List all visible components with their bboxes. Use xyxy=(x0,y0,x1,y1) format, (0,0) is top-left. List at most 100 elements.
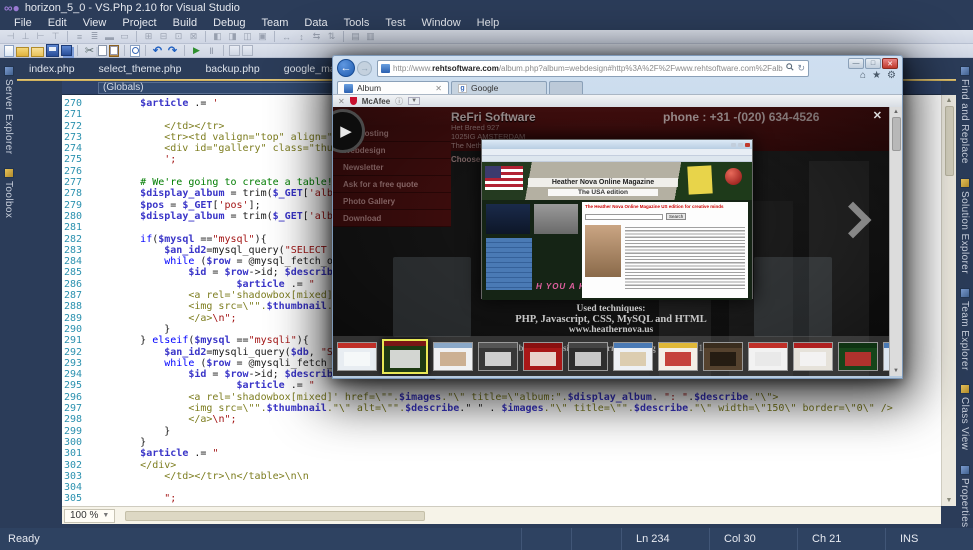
dock-tab-solution-explorer[interactable]: Solution Explorer xyxy=(956,178,973,274)
scrollbar-thumb[interactable] xyxy=(945,106,954,176)
close-tab-icon[interactable]: ✕ xyxy=(435,84,442,93)
settings-gear-icon[interactable]: ⚙ xyxy=(887,70,896,81)
zoom-control[interactable]: 100 % ▼ xyxy=(64,509,115,523)
toolbar-icon[interactable]: ↔ xyxy=(280,31,293,43)
back-button[interactable]: ← xyxy=(337,59,355,77)
favorites-star-icon[interactable]: ★ xyxy=(872,70,881,81)
dock-tab-toolbox[interactable]: Toolbox xyxy=(0,168,17,218)
cut-icon[interactable] xyxy=(83,44,96,57)
address-bar[interactable]: http://www.rehtsoftware.com/album.php?al… xyxy=(377,60,809,77)
toolbar-icon[interactable]: ▬ xyxy=(103,31,116,43)
menu-tools[interactable]: Tools xyxy=(336,17,378,29)
menu-help[interactable]: Help xyxy=(469,17,508,29)
chevron-down-icon[interactable]: ▼ xyxy=(408,97,420,105)
menu-debug[interactable]: Debug xyxy=(205,17,253,29)
fo-icon[interactable] xyxy=(31,47,44,57)
m1-icon[interactable] xyxy=(229,45,240,56)
editor-vertical-scrollbar[interactable]: ▲ ▼ xyxy=(941,95,956,506)
toolbar-icon[interactable]: ▭ xyxy=(118,31,131,43)
toolbar-icon[interactable]: ↕ xyxy=(295,31,308,43)
dock-tab-server-explorer[interactable]: Server Explorer xyxy=(0,66,17,154)
toolbar-icon[interactable]: ⊡ xyxy=(172,31,185,43)
dock-tab-find-and-replace[interactable]: Find and Replace xyxy=(956,66,973,164)
lightbox-close-icon[interactable]: ✕ xyxy=(873,109,882,122)
dock-tab-class-view[interactable]: Class View xyxy=(956,384,973,450)
new-tab-button[interactable] xyxy=(549,81,583,94)
toolbar-icon[interactable]: ▣ xyxy=(256,31,269,43)
toolbar-icon[interactable]: ◫ xyxy=(241,31,254,43)
red-icon[interactable] xyxy=(166,44,179,57)
und-icon[interactable] xyxy=(151,44,164,57)
scrollbar-thumb[interactable] xyxy=(892,117,901,151)
ie-browser-window[interactable]: ← → http://www.rehtsoftware.com/album.ph… xyxy=(332,55,903,379)
filmstrip-thumbnail-8[interactable] xyxy=(658,342,698,371)
search-icon[interactable] xyxy=(786,63,794,73)
toolbar-icon[interactable]: ⊠ xyxy=(187,31,200,43)
toolbar-icon[interactable]: ⊟ xyxy=(157,31,170,43)
filmstrip-thumbnail-5[interactable] xyxy=(523,342,563,371)
toolbar-icon[interactable]: ⇅ xyxy=(325,31,338,43)
menu-view[interactable]: View xyxy=(75,17,115,29)
toolbar-icon[interactable]: ◧ xyxy=(211,31,224,43)
scroll-up-icon[interactable]: ▲ xyxy=(946,95,953,106)
filmstrip-thumbnail-1[interactable] xyxy=(337,342,377,371)
op-icon[interactable] xyxy=(16,47,29,57)
menu-team[interactable]: Team xyxy=(254,17,297,29)
menu-test[interactable]: Test xyxy=(377,17,413,29)
toolbar-icon[interactable]: ⊥ xyxy=(19,31,32,43)
toolbar-icon[interactable]: ⊢ xyxy=(34,31,47,43)
scope-dropdown[interactable]: (Globals) ▼ xyxy=(98,82,348,94)
close-button[interactable]: ✕ xyxy=(882,58,898,69)
fnd-icon[interactable] xyxy=(130,45,140,57)
brk-icon[interactable] xyxy=(205,44,218,57)
lightbox-image[interactable]: Heather Nova Online Magazine The USA edi… xyxy=(481,139,753,299)
filmstrip-thumbnail-11[interactable] xyxy=(793,342,833,371)
toolbar-icon[interactable]: ◨ xyxy=(226,31,239,43)
toolbar-icon[interactable]: ≡ xyxy=(73,31,86,43)
menu-project[interactable]: Project xyxy=(114,17,164,29)
horizontal-scrollbar[interactable] xyxy=(125,511,425,521)
tab-google[interactable]: g Google xyxy=(451,81,547,94)
dock-tab-properties[interactable]: Properties xyxy=(956,465,973,528)
sa-icon[interactable] xyxy=(61,45,72,56)
play-icon[interactable] xyxy=(190,44,203,57)
home-icon[interactable]: ⌂ xyxy=(860,70,866,81)
menu-window[interactable]: Window xyxy=(414,17,469,29)
filmstrip-thumbnail-6[interactable] xyxy=(568,342,608,371)
doc-tab-backup-php[interactable]: backup.php xyxy=(193,59,271,79)
doc-tab-index-php[interactable]: index.php xyxy=(17,59,87,79)
dock-tab-team-explorer[interactable]: Team Explorer xyxy=(956,288,973,371)
filmstrip-thumbnail-12[interactable] xyxy=(838,342,878,371)
toolbar-icon[interactable]: ≣ xyxy=(88,31,101,43)
close-toolbar-icon[interactable]: ✕ xyxy=(338,97,345,106)
maximize-button[interactable]: □ xyxy=(865,58,881,69)
filmstrip-thumbnail-10[interactable] xyxy=(748,342,788,371)
m2-icon[interactable] xyxy=(242,45,253,56)
scroll-down-icon[interactable]: ▼ xyxy=(946,495,953,506)
cop-icon[interactable] xyxy=(98,45,107,56)
minimize-button[interactable]: — xyxy=(848,58,864,69)
filmstrip-thumbnail-3[interactable] xyxy=(433,342,473,371)
filmstrip-thumbnail-7[interactable] xyxy=(613,342,653,371)
toolbar-icon[interactable]: ⊤ xyxy=(49,31,62,43)
filmstrip-thumbnail-9[interactable] xyxy=(703,342,743,371)
info-icon[interactable]: ⓘ xyxy=(395,96,403,107)
filmstrip-thumbnail-4[interactable] xyxy=(478,342,518,371)
scroll-down-icon[interactable]: ▼ xyxy=(893,366,899,376)
toolbar-icon[interactable]: ⊞ xyxy=(142,31,155,43)
toolbar-icon[interactable]: ▤ xyxy=(349,31,362,43)
menu-build[interactable]: Build xyxy=(165,17,205,29)
np-icon[interactable] xyxy=(4,45,14,57)
scroll-up-icon[interactable]: ▲ xyxy=(893,107,899,117)
menu-edit[interactable]: Edit xyxy=(40,17,75,29)
refresh-icon[interactable]: ↻ xyxy=(797,63,805,74)
tab-album[interactable]: Album ✕ xyxy=(337,81,449,94)
forward-button[interactable]: → xyxy=(357,61,372,76)
toolbar-icon[interactable]: ⊣ xyxy=(4,31,17,43)
doc-tab-select-theme-php[interactable]: select_theme.php xyxy=(87,59,194,79)
sv-icon[interactable] xyxy=(46,44,59,57)
menu-file[interactable]: File xyxy=(6,17,40,29)
page-scrollbar[interactable]: ▲ ▼ xyxy=(889,107,902,376)
menu-data[interactable]: Data xyxy=(296,17,335,29)
toolbar-icon[interactable]: ⇆ xyxy=(310,31,323,43)
